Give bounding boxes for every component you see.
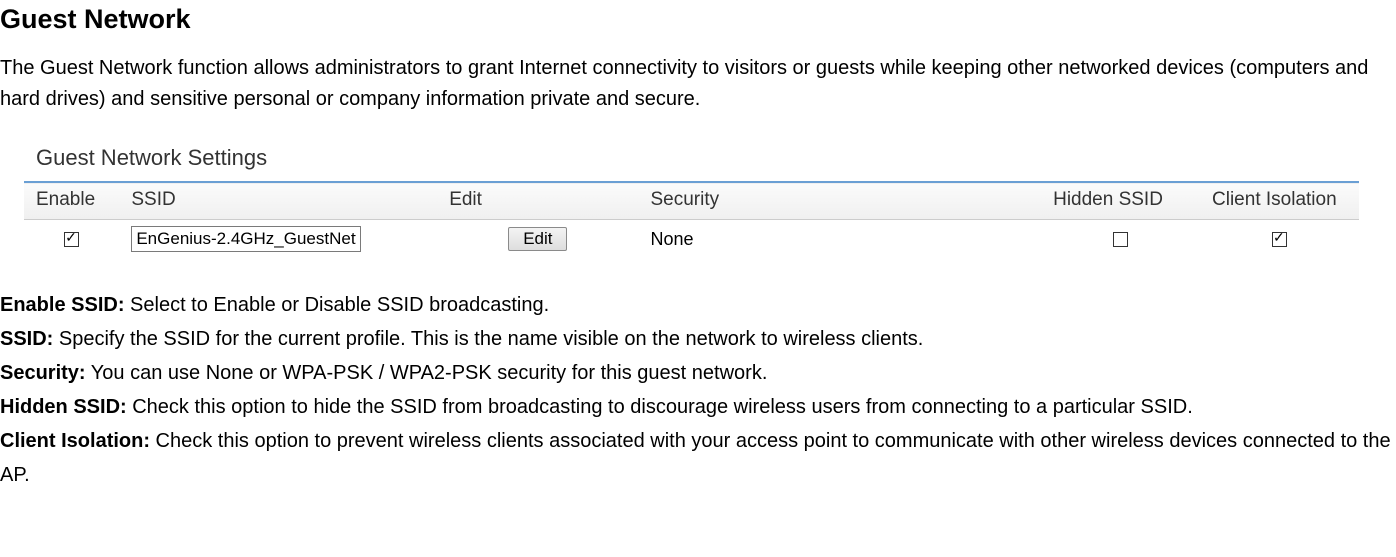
definitions: Enable SSID: Select to Enable or Disable…	[0, 288, 1396, 492]
table-header-row: Enable SSID Edit Security Hidden SSID Cl…	[24, 182, 1359, 220]
def-ssid-label: SSID:	[0, 328, 53, 350]
col-edit: Edit	[437, 182, 638, 220]
col-security: Security	[638, 182, 1041, 220]
hidden-ssid-checkbox[interactable]	[1113, 232, 1128, 247]
def-security-label: Security:	[0, 362, 86, 384]
col-isolation: Client Isolation	[1200, 182, 1359, 220]
ssid-input[interactable]	[131, 226, 361, 252]
col-enable: Enable	[24, 182, 119, 220]
def-isolation-label: Client Isolation:	[0, 430, 150, 452]
settings-panel-title: Guest Network Settings	[24, 139, 1359, 181]
client-isolation-checkbox[interactable]	[1272, 232, 1287, 247]
settings-table: Enable SSID Edit Security Hidden SSID Cl…	[24, 181, 1359, 258]
def-security-text: You can use None or WPA-PSK / WPA2-PSK s…	[86, 362, 768, 384]
def-isolation-text: Check this option to prevent wireless cl…	[0, 430, 1391, 486]
def-ssid-text: Specify the SSID for the current profile…	[53, 328, 923, 350]
security-value: None	[638, 220, 1041, 259]
def-enable-ssid-label: Enable SSID:	[0, 294, 124, 316]
table-row: Edit None	[24, 220, 1359, 259]
def-hidden-text: Check this option to hide the SSID from …	[127, 396, 1193, 418]
edit-button[interactable]: Edit	[508, 227, 567, 251]
guest-network-settings-panel: Guest Network Settings Enable SSID Edit …	[24, 139, 1359, 258]
enable-checkbox[interactable]	[64, 232, 79, 247]
col-hidden: Hidden SSID	[1041, 182, 1200, 220]
def-enable-ssid-text: Select to Enable or Disable SSID broadca…	[124, 294, 549, 316]
col-ssid: SSID	[119, 182, 437, 220]
def-hidden-label: Hidden SSID:	[0, 396, 127, 418]
intro-text: The Guest Network function allows admini…	[0, 53, 1396, 115]
page-title: Guest Network	[0, 4, 1396, 35]
